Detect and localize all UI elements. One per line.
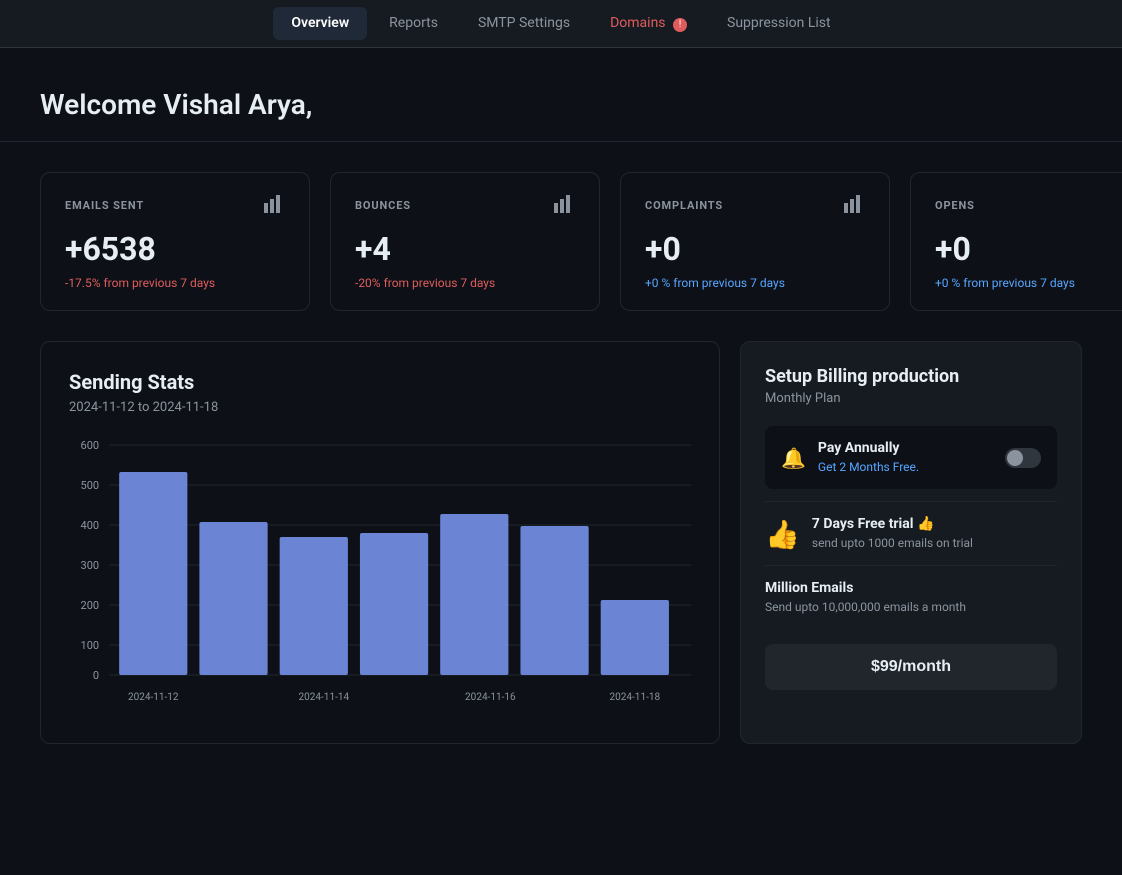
stat-label-complaints: COMPLAINTS xyxy=(645,199,723,212)
stat-change-opens: +0 % from previous 7 days xyxy=(935,276,1122,290)
trial-feature-row: 👍 7 Days Free trial 👍 send upto 1000 ema… xyxy=(765,501,1057,565)
top-navigation: Overview Reports SMTP Settings Domains !… xyxy=(0,0,1122,48)
stat-change-complaints: +0 % from previous 7 days xyxy=(645,276,865,290)
welcome-section: Welcome Vishal Arya, xyxy=(0,48,1122,142)
svg-text:500: 500 xyxy=(81,479,100,492)
stat-value-emails-sent: +6538 xyxy=(65,230,285,268)
thumbs-up-icon: 👍 xyxy=(765,518,800,551)
nav-item-suppression-list[interactable]: Suppression List xyxy=(709,7,849,40)
stat-label-bounces: BOUNCES xyxy=(355,199,411,212)
billing-cta-button[interactable]: $99/month xyxy=(765,644,1057,690)
stat-change-emails-sent: -17.5% from previous 7 days xyxy=(65,276,285,290)
stat-card-bounces: BOUNCES +4 -20% from previous 7 days xyxy=(330,172,600,311)
chart-card: Sending Stats 2024-11-12 to 2024-11-18 6… xyxy=(40,341,720,744)
stat-value-opens: +0 xyxy=(935,230,1122,268)
svg-text:300: 300 xyxy=(81,559,100,572)
nav-item-reports[interactable]: Reports xyxy=(371,7,456,40)
chart-icon-bounces xyxy=(553,193,575,218)
chart-area: 600 500 400 300 200 100 0 xyxy=(69,435,691,715)
billing-pay-annually-row: 🔔 Pay Annually Get 2 Months Free. xyxy=(765,426,1057,489)
stat-card-emails-sent: EMAILS SENT +6538 -17.5% from previous 7… xyxy=(40,172,310,311)
stat-label-opens: OPENS xyxy=(935,199,975,212)
stats-row: EMAILS SENT +6538 -17.5% from previous 7… xyxy=(0,142,1122,341)
billing-title: Setup Billing production xyxy=(765,366,1057,387)
nav-item-smtp-settings[interactable]: SMTP Settings xyxy=(460,7,588,40)
stat-card-complaints: COMPLAINTS +0 +0 % from previous 7 days xyxy=(620,172,890,311)
pay-annually-label: Pay Annually xyxy=(818,440,919,456)
svg-text:100: 100 xyxy=(81,639,100,652)
million-sub: Send upto 10,000,000 emails a month xyxy=(765,600,1057,614)
svg-text:2024-11-12: 2024-11-12 xyxy=(128,692,179,703)
million-label: Million Emails xyxy=(765,580,1057,596)
svg-text:2024-11-18: 2024-11-18 xyxy=(610,692,661,703)
chart-date-range: 2024-11-12 to 2024-11-18 xyxy=(69,400,691,415)
trial-sub: send upto 1000 emails on trial xyxy=(812,536,973,550)
chart-title: Sending Stats xyxy=(69,370,691,394)
stat-change-bounces: -20% from previous 7 days xyxy=(355,276,575,290)
chart-svg: 600 500 400 300 200 100 0 xyxy=(69,435,691,715)
stat-value-complaints: +0 xyxy=(645,230,865,268)
svg-text:200: 200 xyxy=(81,599,100,612)
chart-icon-complaints xyxy=(843,193,865,218)
warning-icon: ! xyxy=(673,18,687,32)
chart-icon-emails-sent xyxy=(263,193,285,218)
svg-text:2024-11-16: 2024-11-16 xyxy=(465,692,516,703)
pay-annually-toggle[interactable] xyxy=(1005,448,1041,468)
nav-item-overview[interactable]: Overview xyxy=(273,7,367,40)
svg-text:600: 600 xyxy=(81,439,100,452)
nav-item-domains[interactable]: Domains ! xyxy=(592,7,705,40)
stat-card-opens: OPENS +0 +0 % from previous 7 days xyxy=(910,172,1122,311)
pay-annually-sub: Get 2 Months Free. xyxy=(818,460,919,474)
million-emails-row: Million Emails Send upto 10,000,000 emai… xyxy=(765,565,1057,628)
stat-value-bounces: +4 xyxy=(355,230,575,268)
trial-label: 7 Days Free trial 👍 xyxy=(812,516,973,532)
bell-icon: 🔔 xyxy=(781,446,806,470)
svg-text:400: 400 xyxy=(81,519,100,532)
svg-text:0: 0 xyxy=(93,669,99,682)
svg-text:2024-11-14: 2024-11-14 xyxy=(299,692,350,703)
billing-subtitle: Monthly Plan xyxy=(765,391,1057,406)
billing-card: Setup Billing production Monthly Plan 🔔 … xyxy=(740,341,1082,744)
main-content: Sending Stats 2024-11-12 to 2024-11-18 6… xyxy=(0,341,1122,784)
welcome-title: Welcome Vishal Arya, xyxy=(40,88,1082,121)
stat-label-emails-sent: EMAILS SENT xyxy=(65,199,144,212)
